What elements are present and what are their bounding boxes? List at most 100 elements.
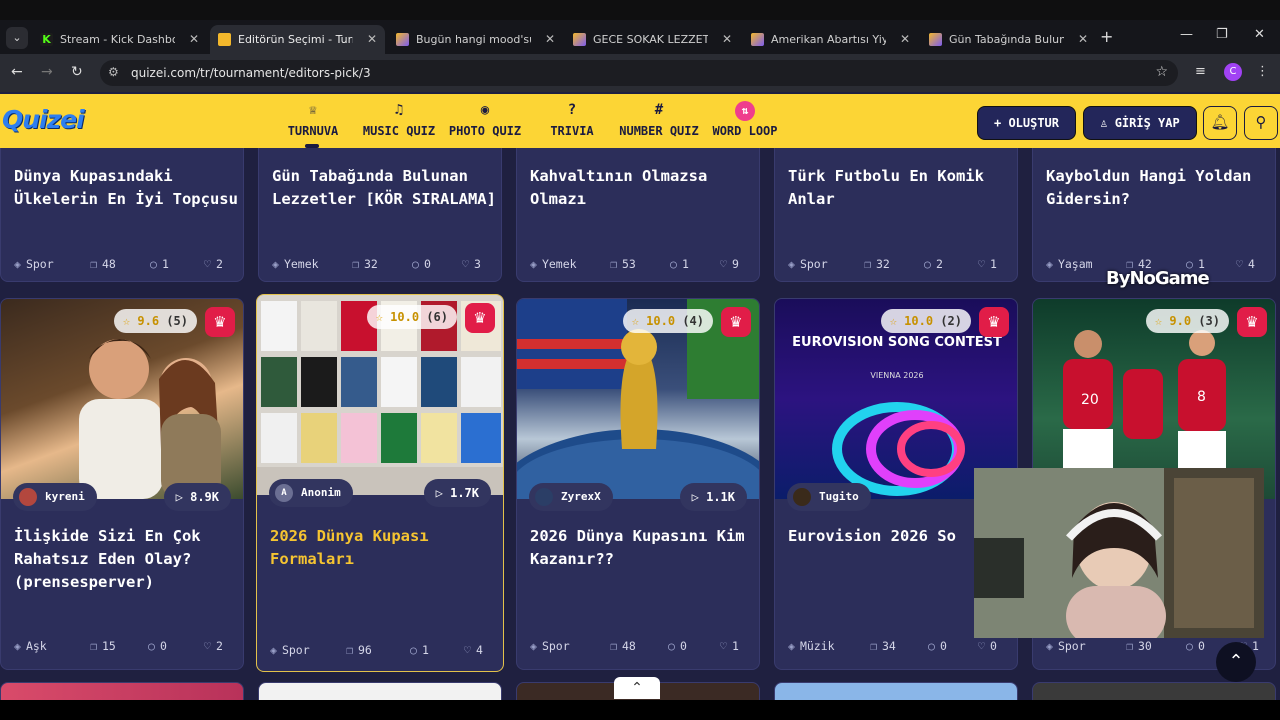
nav-music-quiz[interactable]: ♫ MUSIC QUIZ — [362, 100, 436, 144]
items-icon: ❐ — [870, 639, 877, 653]
card-items-count: 53 — [621, 257, 636, 271]
star-icon: ☆ — [889, 314, 897, 328]
tag-icon: ◈ — [14, 639, 21, 653]
items-icon: ❐ — [352, 257, 359, 271]
card-category: Spor — [541, 639, 570, 653]
rating-badge: ☆ 9.6 (5) — [113, 309, 197, 333]
rating-votes: (3) — [1198, 314, 1220, 328]
rating-badge: ☆ 10.0 (6) — [366, 305, 457, 329]
card-title: Kahvaltının Olmazsa Olmazı — [530, 167, 708, 208]
menu-kebab-icon[interactable]: ⋮ — [1256, 64, 1269, 79]
tab-label: Amerikan Abartısı Yiyecek — [771, 33, 886, 46]
minimize-icon[interactable]: — — [1180, 27, 1193, 42]
author-name: kyreni — [45, 490, 85, 503]
card-like-count: 2 — [215, 639, 223, 653]
active-nav-indicator — [305, 144, 319, 148]
quizei-favicon-icon — [396, 33, 409, 46]
crown-icon[interactable]: ♛ — [465, 303, 495, 333]
author-avatar — [19, 488, 37, 506]
rating-value: 9.6 — [137, 314, 160, 328]
nav-trivia[interactable]: ? TRIVIA — [548, 100, 596, 144]
close-icon[interactable]: ✕ — [722, 25, 732, 54]
close-icon[interactable]: ✕ — [1078, 25, 1088, 54]
comment-icon: ○ — [150, 257, 157, 271]
play-count: 1.1K — [706, 490, 735, 504]
scroll-to-top-button[interactable]: ⌃ — [1216, 642, 1256, 682]
chevron-up-icon[interactable]: ⌃ — [614, 677, 660, 699]
quiz-card-hovered[interactable]: ☆ 10.0 (6) ♛ A Anonim ▷ 1.7K 2026 Dünya K… — [256, 294, 504, 672]
crown-icon[interactable]: ♛ — [205, 307, 235, 337]
nav-label: PHOTO QUIZ — [448, 124, 522, 138]
new-tab-icon[interactable]: + — [1100, 27, 1113, 46]
card-category: Aşk — [25, 639, 47, 653]
nav-word-loop[interactable]: ⇅ WORD LOOP — [712, 100, 778, 144]
card-category: Spor — [1057, 639, 1086, 653]
browser-tab[interactable]: K Stream - Kick Dashboard ✕ — [32, 25, 207, 54]
crown-icon[interactable]: ♛ — [979, 307, 1009, 337]
profile-avatar[interactable]: C — [1224, 63, 1242, 81]
bell-icon[interactable]: 🔔︎ — [1203, 106, 1237, 140]
create-button[interactable]: + OLUŞTUR — [977, 106, 1076, 140]
nav-turnuva[interactable]: ♕ TURNUVA — [287, 100, 339, 144]
browser-tab[interactable]: Bugün hangi mood'sun? - ✕ — [388, 25, 563, 54]
card-like-count: 2 — [215, 257, 223, 271]
card-category: Spor — [799, 257, 828, 271]
tab-search-button[interactable]: ⌄ — [6, 27, 28, 49]
rating-value: 10.0 — [904, 314, 934, 328]
site-header: Quizei ♕ TURNUVA ♫ MUSIC QUIZ ◉ PHOTO QUIZ … — [0, 94, 1280, 148]
reload-icon[interactable]: ↻ — [71, 64, 83, 80]
quizei-favicon-icon — [218, 33, 231, 46]
rating-votes: (2) — [940, 314, 962, 328]
window-close-icon[interactable]: ✕ — [1254, 27, 1265, 42]
card-title: Kayboldun Hangi Yoldan Gidersin? — [1046, 167, 1252, 208]
restore-icon[interactable]: ❐ — [1216, 27, 1228, 42]
browser-tab[interactable]: Gün Tabağında Bulunan Le ✕ — [921, 25, 1096, 54]
crown-icon[interactable]: ♛ — [1237, 307, 1267, 337]
quizei-logo[interactable]: Quizei — [2, 105, 85, 134]
nav-label: TURNUVA — [287, 124, 339, 138]
author-chip[interactable]: Tugito — [787, 483, 871, 511]
nav-photo-quiz[interactable]: ◉ PHOTO QUIZ — [448, 100, 522, 144]
card-items-count: 96 — [357, 643, 372, 657]
author-chip[interactable]: ZyrexX — [529, 483, 613, 511]
items-icon: ❐ — [864, 257, 871, 271]
crown-icon[interactable]: ♛ — [721, 307, 751, 337]
bookmark-star-icon[interactable]: ☆ — [1155, 64, 1168, 80]
card-category: Yemek — [283, 257, 319, 271]
play-count-chip: ▷ 8.9K — [163, 483, 231, 511]
site-info-icon[interactable]: ⚙ — [108, 65, 119, 79]
forward-icon[interactable]: → — [41, 64, 53, 80]
back-icon[interactable]: ← — [11, 64, 23, 80]
card-comment-count: 2 — [935, 257, 943, 271]
star-icon: ☆ — [631, 314, 639, 328]
media-control-icon[interactable]: ≡ — [1195, 64, 1206, 79]
heart-icon: ♡ — [204, 257, 211, 271]
user-icon: ♙ — [1100, 116, 1115, 130]
browser-tab[interactable]: GECE SOKAK LEZZETLERİ ✕ — [565, 25, 740, 54]
card-stats: ◈ Yemek ❐ 32 ○ 0 ♡ 3 — [272, 257, 498, 275]
close-icon[interactable]: ✕ — [900, 25, 910, 54]
quiz-card[interactable]: ☆ 10.0 (4) ♛ ZyrexX ▷ 1.1K 2026 Dünya Ku… — [516, 298, 760, 670]
close-icon[interactable]: ✕ — [545, 25, 555, 54]
nav-number-quiz[interactable]: # NUMBER QUIZ — [618, 100, 700, 144]
close-icon[interactable]: ✕ — [189, 25, 199, 54]
card-comment-count: 1 — [161, 257, 169, 271]
play-count: 8.9K — [190, 490, 219, 504]
author-chip[interactable]: kyreni — [13, 483, 97, 511]
bynogame-logo: ByNoGame — [1106, 268, 1210, 289]
quizei-favicon-icon — [929, 33, 942, 46]
close-icon[interactable]: ✕ — [367, 25, 377, 54]
card-like-count: 3 — [473, 257, 481, 271]
author-chip[interactable]: A Anonim — [269, 479, 353, 507]
quiz-card[interactable]: ☆ 9.6 (5) ♛ kyreni ▷ 8.9K İlişkide Sizi … — [0, 298, 244, 670]
search-icon[interactable]: ⚲ — [1244, 106, 1278, 140]
login-button[interactable]: ♙ GİRİŞ YAP — [1083, 106, 1197, 140]
browser-tab[interactable]: Amerikan Abartısı Yiyecek ✕ — [743, 25, 918, 54]
jersey-number: 20 — [1081, 392, 1099, 408]
browser-tab-active[interactable]: Editörün Seçimi - Turnuva ✕ — [210, 25, 385, 54]
webcam-overlay — [974, 468, 1264, 638]
address-bar[interactable]: ⚙ quizei.com/tr/tournament/editors-pick/… — [100, 60, 1178, 86]
login-label: GİRİŞ YAP — [1114, 116, 1180, 130]
webcam-feed-image — [974, 468, 1264, 638]
comment-icon: ○ — [1186, 639, 1193, 653]
